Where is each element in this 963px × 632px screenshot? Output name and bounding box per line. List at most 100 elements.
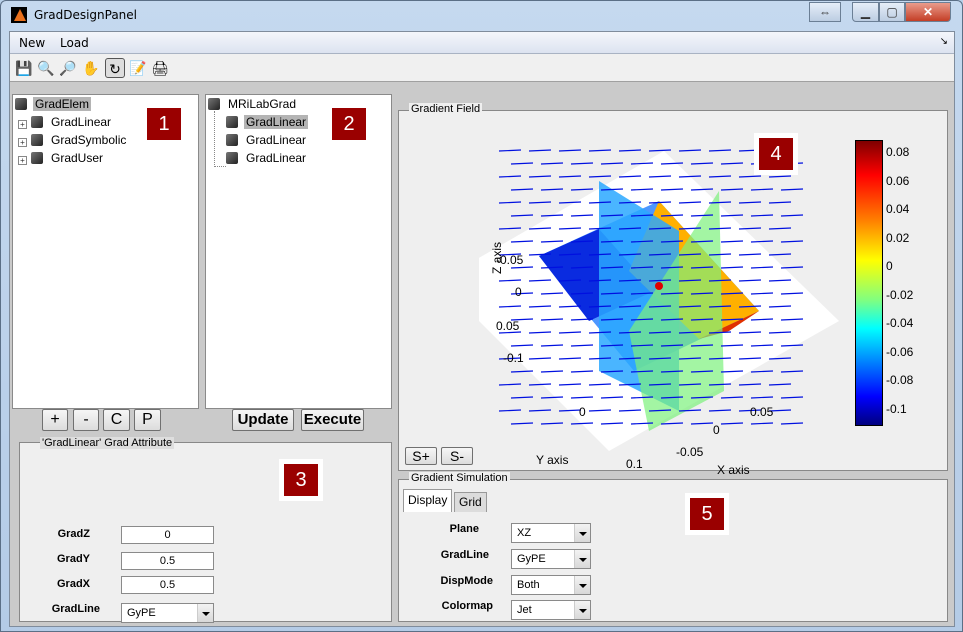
gradient-arrow (768, 227, 792, 230)
gradient-arrow (510, 396, 534, 399)
gradient-arrow (780, 396, 804, 399)
gradient-arrow (738, 201, 762, 204)
menu-load[interactable]: Load (60, 36, 89, 50)
menu-dock-arrow-icon[interactable]: ↘ (940, 36, 948, 47)
gradient-arrow (780, 422, 804, 425)
menu-new[interactable]: New (19, 36, 45, 50)
gradient-arrow (738, 383, 762, 386)
gradient-field-plot[interactable] (479, 131, 859, 451)
grady-field[interactable]: 0.5 (121, 552, 214, 570)
gradient-arrow (738, 149, 762, 152)
tree-connector (214, 111, 226, 167)
gradx-field[interactable]: 0.5 (121, 576, 214, 594)
gradient-arrow (618, 149, 642, 152)
zoom-out-icon[interactable]: 🔎 (58, 58, 78, 78)
update-button[interactable]: Update (232, 409, 294, 431)
tab-grid[interactable]: Grid (454, 492, 487, 512)
scale-down-button[interactable]: S- (441, 447, 473, 465)
rotate-3d-icon[interactable]: ↻ (105, 58, 125, 78)
cube-icon (226, 134, 238, 146)
copy-button[interactable]: C (103, 409, 130, 431)
chevron-down-icon[interactable] (574, 550, 590, 568)
tree-item-selected[interactable]: GradLinear (226, 115, 309, 131)
grady-label: GradY (56, 553, 90, 565)
execute-button[interactable]: Execute (301, 409, 364, 431)
zoom-in-icon[interactable]: 🔍 (36, 58, 56, 78)
expand-icon[interactable]: + (18, 156, 27, 165)
chevron-down-icon[interactable] (574, 576, 590, 594)
dispmode-value: Both (517, 579, 540, 591)
expand-icon[interactable]: + (18, 120, 27, 129)
gradient-arrow (498, 201, 522, 204)
gradient-arrow (528, 149, 552, 152)
group-title: 'GradLinear' Grad Attribute (40, 437, 175, 449)
gradline-value: GyPE (127, 607, 156, 619)
tab-display[interactable]: Display (403, 489, 453, 512)
gradient-arrow (678, 149, 702, 152)
chevron-down-icon[interactable] (574, 524, 590, 542)
gradient-arrow (498, 227, 522, 230)
gradient-arrow (720, 422, 744, 425)
gradient-arrow (720, 188, 744, 191)
gradient-simulation-group: Gradient Simulation Display Grid Plane X… (398, 472, 948, 622)
callout-badge-1: 1 (142, 103, 186, 145)
gradline-select[interactable]: GyPE (511, 549, 591, 569)
plane-select[interactable]: XZ (511, 523, 591, 543)
tree-item[interactable]: GradLinear (226, 151, 308, 167)
scale-up-button[interactable]: S+ (405, 447, 437, 465)
close-button[interactable]: ✕ (905, 2, 951, 22)
gradient-arrow (690, 162, 714, 165)
window-title: GradDesignPanel (34, 8, 138, 22)
save-icon[interactable]: 💾 (14, 58, 34, 78)
remove-button[interactable]: - (73, 409, 99, 431)
add-button[interactable]: + (42, 409, 68, 431)
menu-bar: New Load ↘ (10, 32, 954, 54)
gradz-field[interactable]: 0 (121, 526, 214, 544)
gradient-arrow (750, 214, 774, 217)
colorbar-tick: 0.04 (886, 202, 910, 216)
tree-root-gradelem[interactable]: GradElem (15, 97, 92, 113)
z-tick: 0 (515, 285, 522, 299)
colorbar-tick: 0.08 (886, 145, 910, 159)
gradline-value: GyPE (517, 553, 546, 565)
minimize-button[interactable]: ▁ (852, 2, 879, 22)
gradient-arrow (750, 188, 774, 191)
paste-button[interactable]: P (134, 409, 161, 431)
restore-arrows-button[interactable]: ⇔ (809, 2, 841, 22)
expand-icon[interactable]: + (18, 138, 27, 147)
tree-item[interactable]: GradSymbolic (31, 133, 128, 149)
y-axis-label: Y axis (536, 453, 569, 467)
gradient-arrow (588, 149, 612, 152)
colormap-value: Jet (517, 604, 532, 616)
gradient-arrow (540, 422, 564, 425)
maximize-button[interactable]: ▢ (879, 2, 905, 22)
tree-item[interactable]: GradLinear (226, 133, 308, 149)
client-area: New Load ↘ 💾 🔍 🔎 ✋ ↻ 📝 🖨 GradElem + Grad… (9, 31, 955, 627)
cube-icon (31, 134, 43, 146)
cube-icon (226, 116, 238, 128)
gradient-arrow (768, 201, 792, 204)
gradline-select[interactable]: GyPE (121, 603, 214, 623)
gradient-arrow (750, 422, 774, 425)
gradient-arrow (600, 162, 624, 165)
chevron-down-icon[interactable] (574, 601, 590, 619)
colorbar-tick: -0.1 (886, 401, 907, 416)
colormap-select[interactable]: Jet (511, 600, 591, 620)
colorbar-tick: 0 (886, 259, 893, 273)
gradient-arrow (588, 175, 612, 178)
gradient-arrow (660, 422, 684, 425)
cube-icon (226, 152, 238, 164)
tree-item[interactable]: GradUser (31, 151, 105, 167)
gradient-arrow (540, 188, 564, 191)
chevron-down-icon[interactable] (197, 604, 213, 622)
dispmode-select[interactable]: Both (511, 575, 591, 595)
data-cursor-icon[interactable]: 📝 (128, 58, 148, 78)
gradient-arrow (768, 175, 792, 178)
print-icon[interactable]: 🖨 (150, 58, 170, 78)
gradient-arrow (738, 175, 762, 178)
plane-label: Plane (449, 523, 479, 535)
gradient-arrow (750, 396, 774, 399)
pan-icon[interactable]: ✋ (81, 58, 101, 78)
y-tick: 0.1 (626, 457, 643, 471)
tree-item[interactable]: GradLinear (31, 115, 113, 131)
